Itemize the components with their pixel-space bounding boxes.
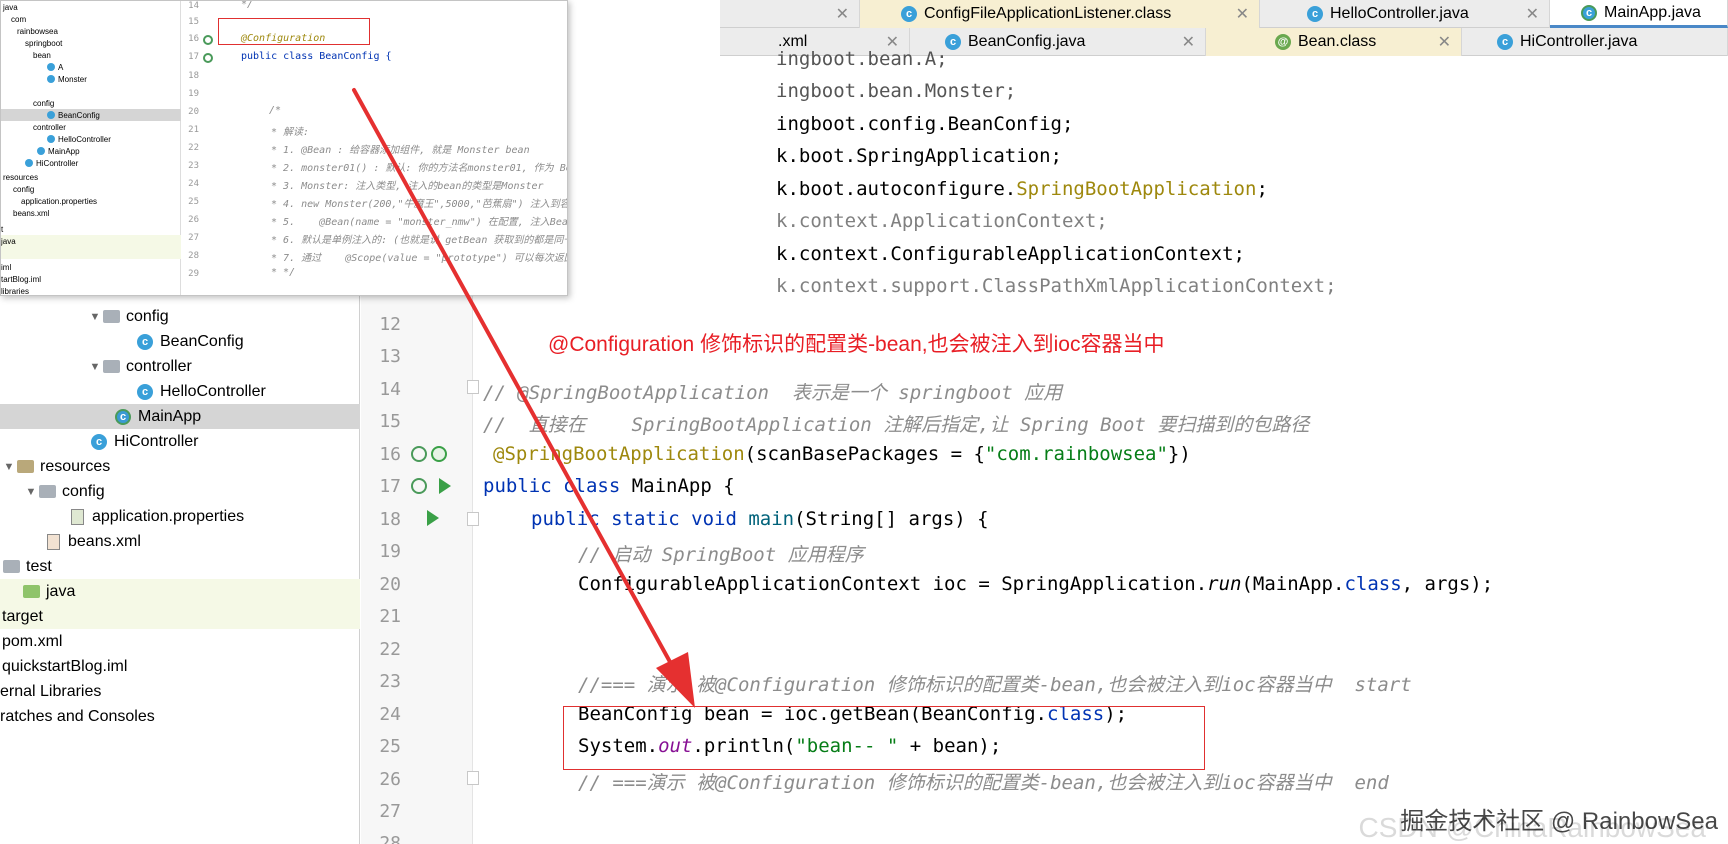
arrow-shaft	[352, 88, 682, 682]
red-arrow-annotation	[352, 88, 695, 708]
watermark: 掘金技术社区 @ RainbowSea	[1400, 808, 1718, 835]
arrow-head	[656, 652, 695, 708]
screenshot-root: ▼ config c BeanConfig ▼ controller c HelloCo…	[0, 0, 1728, 844]
